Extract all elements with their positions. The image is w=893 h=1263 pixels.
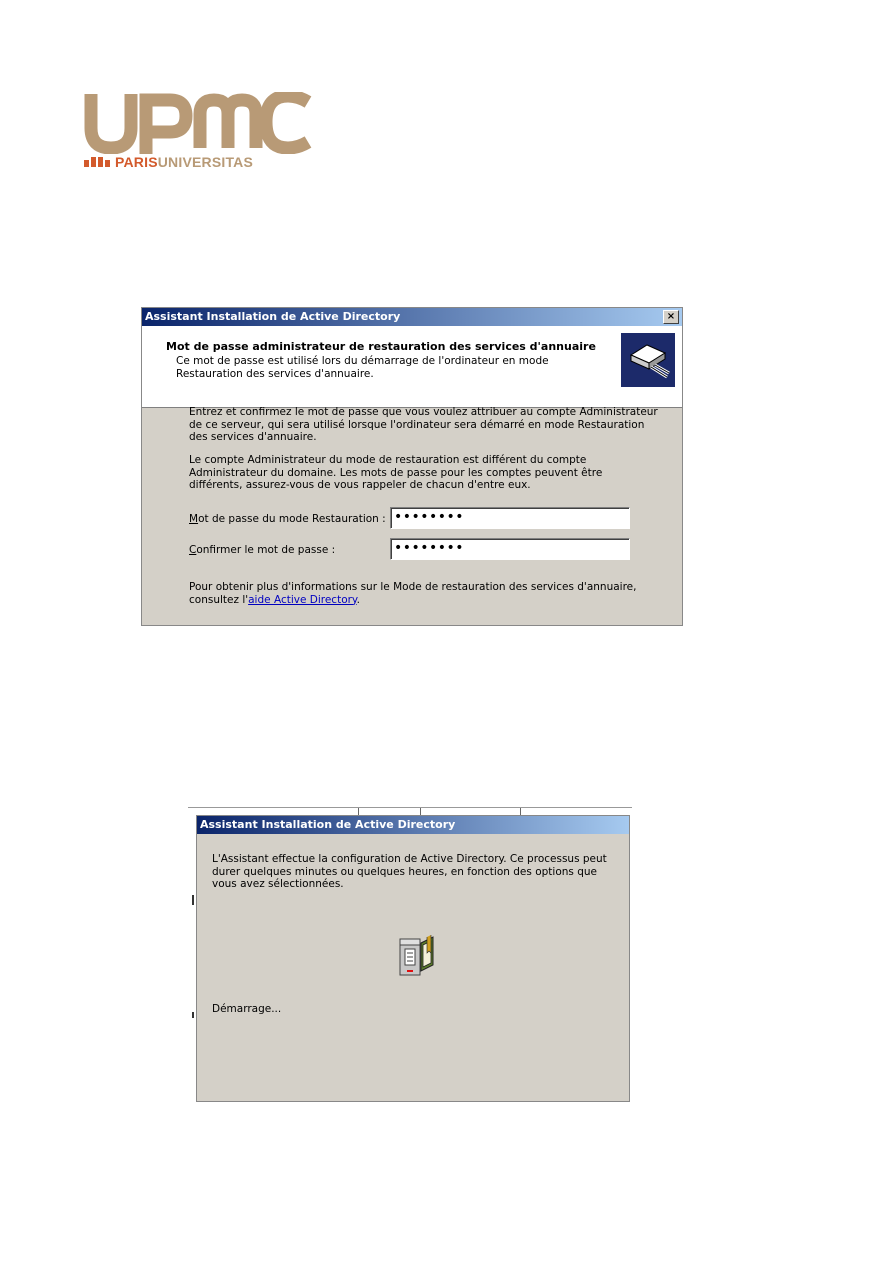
dialog2-title: Assistant Installation de Active Directo…	[200, 818, 456, 831]
logo-bars-icon	[84, 157, 110, 167]
header-title: Mot de passe administrateur de restaurat…	[166, 340, 596, 353]
dialog1-titlebar[interactable]: Assistant Installation de Active Directo…	[142, 308, 682, 326]
restore-password-input[interactable]: ••••••••	[390, 507, 630, 529]
confirm-password-label: Confirmer le mot de passe :	[189, 544, 336, 556]
progress-dialog: Assistant Installation de Active Directo…	[196, 815, 630, 1102]
restore-password-label: Mot de passe du mode Restauration :	[189, 513, 386, 525]
logo-universitas: UNIVERSITAS	[157, 154, 254, 170]
header-subtitle: Ce mot de passe est utilisé lors du déma…	[176, 355, 549, 380]
dialog1-title: Assistant Installation de Active Directo…	[145, 310, 401, 323]
help-link[interactable]: aide Active Directory	[248, 594, 357, 606]
intro-paragraph: Entrez et confirmez le mot de passe que …	[189, 406, 658, 443]
background-mark	[192, 1012, 194, 1018]
upmc-logo-letters	[84, 92, 312, 154]
logo-paris: PARIS	[115, 154, 158, 170]
close-button[interactable]: ×	[663, 310, 679, 324]
dialog2-titlebar[interactable]: Assistant Installation de Active Directo…	[197, 816, 629, 834]
background-mark	[192, 895, 194, 905]
upmc-logo: PARIS UNIVERSITAS	[84, 92, 314, 176]
dialog1-header: Mot de passe administrateur de restaurat…	[142, 326, 682, 408]
info-paragraph: Pour obtenir plus d'informations sur le …	[189, 581, 637, 606]
progress-message: L'Assistant effectue la configuration de…	[212, 853, 607, 890]
status-text: Démarrage...	[212, 1003, 282, 1015]
close-icon: ×	[666, 311, 676, 322]
wizard-book-icon	[621, 333, 675, 387]
password-dialog: Assistant Installation de Active Directo…	[141, 307, 683, 626]
confirm-password-input[interactable]: ••••••••	[390, 538, 630, 560]
account-paragraph: Le compte Administrateur du mode de rest…	[189, 454, 603, 491]
directory-book-icon	[397, 931, 437, 979]
